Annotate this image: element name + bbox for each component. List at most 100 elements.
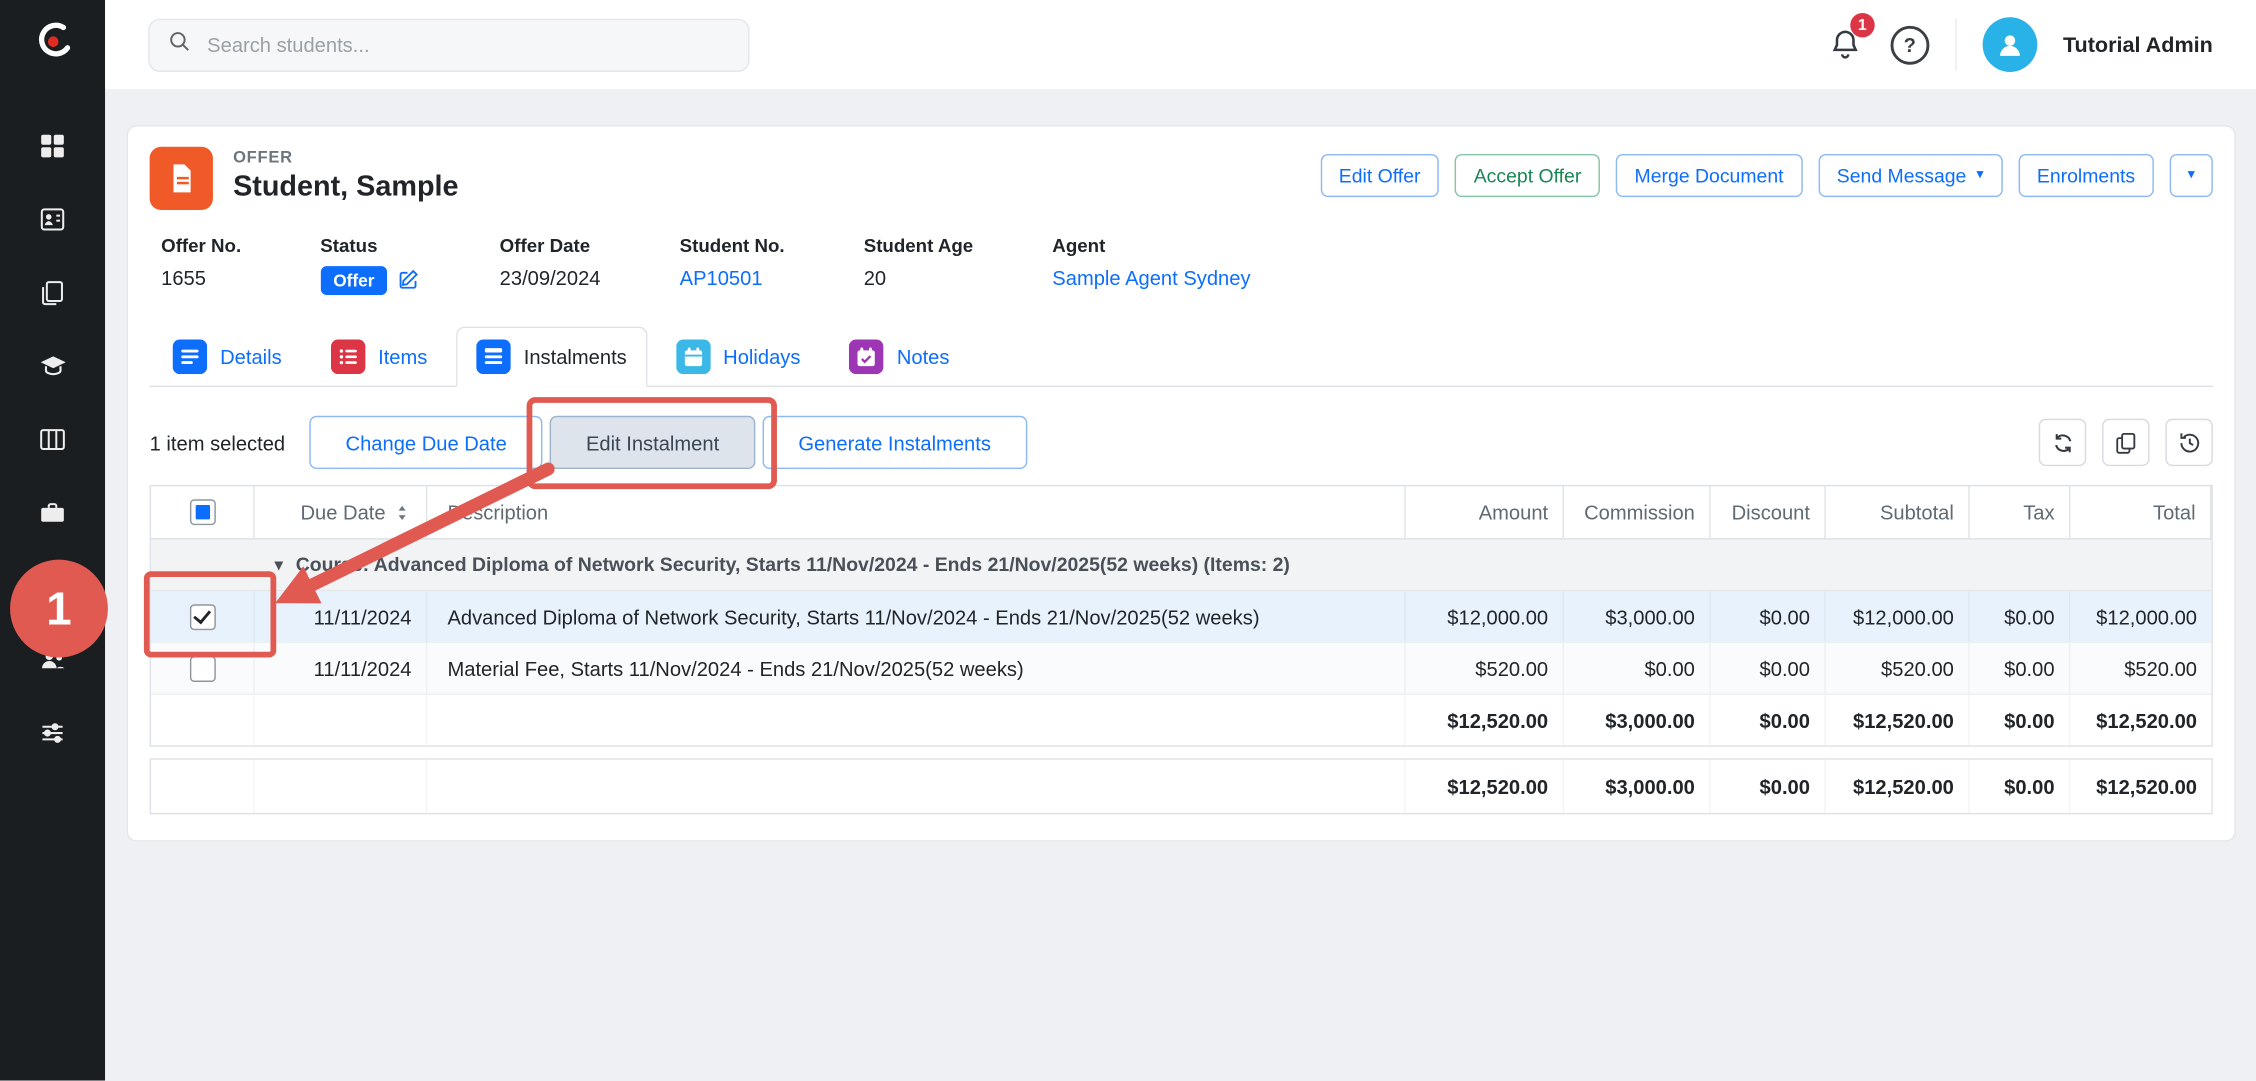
more-actions-button[interactable]: ▾ [2170, 154, 2213, 197]
search-input[interactable] [204, 32, 731, 58]
sidebar-item-students[interactable] [0, 183, 105, 256]
selection-count: 1 item selected [150, 431, 285, 454]
user-name[interactable]: Tutorial Admin [2063, 32, 2213, 56]
offer-actions: Edit Offer Accept Offer Merge Document S… [1320, 147, 2213, 197]
details-tab-icon [173, 340, 208, 375]
app-logo[interactable] [0, 0, 105, 89]
app-viewport: 1 ? Tutorial Admin OFFER Student, Sample [0, 0, 2256, 1081]
merge-document-button[interactable]: Merge Document [1616, 154, 1802, 197]
users-icon [37, 644, 69, 676]
search-icon [167, 29, 191, 61]
agent-link[interactable]: Sample Agent Sydney [1052, 266, 1250, 289]
tab-bar: Details Items Instalments Holidays [150, 327, 2213, 387]
tax-header[interactable]: Tax [1970, 487, 2071, 540]
subtotal-cell: $12,000.00 [1826, 592, 1970, 642]
description-cell: Advanced Diploma of Network Security, St… [427, 592, 1405, 642]
row-checkbox[interactable] [189, 604, 215, 630]
description-header[interactable]: Description [427, 487, 1405, 540]
instalments-tab-icon [476, 340, 511, 375]
avatar-person-icon [1994, 29, 2026, 61]
sliders-icon [37, 718, 67, 748]
edit-instalment-button[interactable]: Edit Instalment [550, 416, 755, 469]
sidebar [0, 0, 105, 1081]
offer-header: OFFER Student, Sample Edit Offer Accept … [150, 147, 2213, 210]
content-area: OFFER Student, Sample Edit Offer Accept … [105, 89, 2256, 1080]
table-row[interactable]: 11/11/2024 Advanced Diploma of Network S… [151, 592, 2211, 644]
copy-button[interactable] [2102, 419, 2149, 466]
sidebar-item-offers[interactable] [0, 256, 105, 329]
sidebar-item-courses[interactable] [0, 329, 105, 402]
students-icon [37, 204, 67, 234]
copy-icon [2114, 431, 2138, 455]
change-due-date-button[interactable]: Change Due Date [310, 416, 543, 469]
collapse-group-icon[interactable]: ▾ [275, 556, 283, 575]
discount-header[interactable]: Discount [1711, 487, 1826, 540]
notification-badge: 1 [1850, 13, 1874, 37]
offer-type-label: OFFER [233, 150, 458, 167]
tab-items[interactable]: Items [310, 327, 447, 387]
topbar-divider [1955, 19, 1956, 71]
tab-notes[interactable]: Notes [829, 327, 969, 387]
field-student-age: Student Age 20 [864, 235, 973, 296]
sidebar-item-users[interactable] [0, 623, 105, 696]
row-checkbox[interactable] [189, 656, 215, 682]
table-row[interactable]: 11/11/2024 Material Fee, Starts 11/Nov/2… [151, 644, 2211, 696]
sidebar-item-reports[interactable] [0, 550, 105, 623]
tab-holidays[interactable]: Holidays [656, 327, 821, 387]
refresh-button[interactable] [2039, 419, 2086, 466]
generate-instalments-button[interactable]: Generate Instalments [762, 416, 1027, 469]
sidebar-item-settings[interactable] [0, 696, 105, 769]
topbar: 1 ? Tutorial Admin [105, 0, 2256, 89]
commission-header[interactable]: Commission [1564, 487, 1711, 540]
sidebar-item-dashboard[interactable] [0, 109, 105, 182]
select-all-checkbox[interactable] [189, 500, 215, 526]
edit-offer-button[interactable]: Edit Offer [1320, 154, 1439, 197]
commission-cell: $0.00 [1564, 644, 1711, 694]
caret-down-icon: ▾ [2188, 168, 2195, 182]
dashboard-icon [37, 131, 67, 161]
sidebar-item-services[interactable] [0, 476, 105, 549]
edit-status-icon[interactable] [398, 267, 421, 294]
accept-offer-button[interactable]: Accept Offer [1455, 154, 1600, 197]
group-summary-row: $12,520.00 $3,000.00 $0.00 $12,520.00 $0… [151, 695, 2211, 745]
tax-cell: $0.00 [1970, 592, 2071, 642]
logo-icon [28, 17, 77, 73]
offers-icon [37, 278, 67, 308]
group-label: Course: Advanced Diploma of Network Secu… [296, 554, 1290, 576]
subtotal-cell: $520.00 [1826, 644, 1970, 694]
send-message-button[interactable]: Send Message▾ [1818, 154, 2002, 197]
field-offer-no: Offer No. 1655 [161, 235, 241, 296]
due-date-header[interactable]: Due Date [255, 487, 428, 540]
student-no-link[interactable]: AP10501 [680, 266, 763, 289]
tax-cell: $0.00 [1970, 644, 2071, 694]
description-cell: Material Fee, Starts 11/Nov/2024 - Ends … [427, 644, 1405, 694]
discount-cell: $0.00 [1711, 644, 1826, 694]
page-title: Student, Sample [233, 171, 458, 204]
caret-down-icon: ▾ [1976, 168, 1983, 182]
holidays-tab-icon [676, 340, 711, 375]
history-button[interactable] [2165, 419, 2212, 466]
grid-tools [2039, 419, 2213, 466]
sidebar-item-classes[interactable] [0, 403, 105, 476]
subtotal-header[interactable]: Subtotal [1826, 487, 1970, 540]
classes-icon [37, 424, 67, 454]
courses-icon [37, 350, 69, 382]
items-tab-icon [331, 340, 366, 375]
total-header[interactable]: Total [2070, 487, 2211, 540]
avatar[interactable] [1982, 17, 2037, 72]
notifications-button[interactable]: 1 [1827, 26, 1864, 63]
sidebar-nav [0, 109, 105, 769]
enrolments-button[interactable]: Enrolments [2018, 154, 2154, 197]
instalments-toolbar: 1 item selected Change Due Date Edit Ins… [150, 416, 2213, 469]
history-icon [2176, 430, 2202, 456]
search-box[interactable] [148, 18, 749, 71]
amount-header[interactable]: Amount [1406, 487, 1564, 540]
field-status: Status Offer [320, 235, 420, 296]
help-icon[interactable]: ? [1890, 25, 1929, 64]
commission-cell: $3,000.00 [1564, 592, 1711, 642]
course-group-row[interactable]: ▾ Course: Advanced Diploma of Network Se… [151, 540, 2211, 592]
refresh-icon [2050, 430, 2076, 456]
due-date-cell: 11/11/2024 [255, 644, 428, 694]
tab-details[interactable]: Details [153, 327, 302, 387]
tab-instalments[interactable]: Instalments [456, 327, 647, 387]
